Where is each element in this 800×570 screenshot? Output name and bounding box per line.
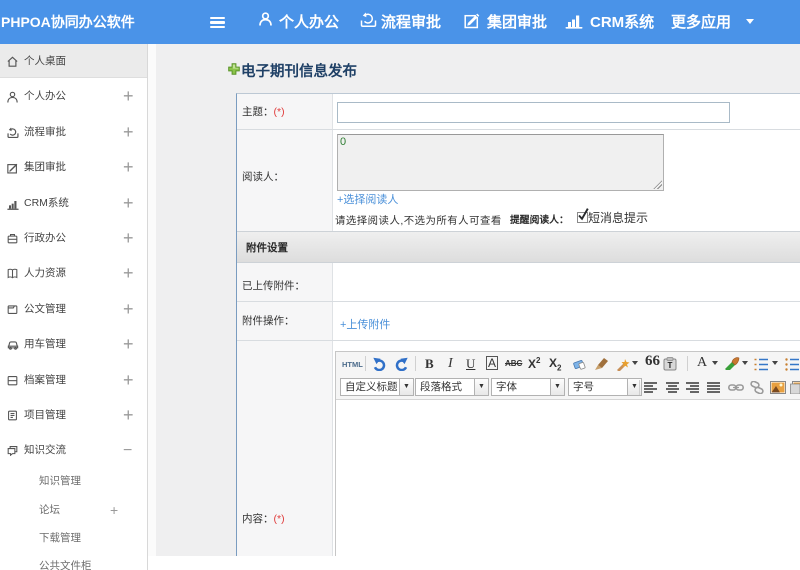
svg-text:T: T xyxy=(668,361,673,370)
